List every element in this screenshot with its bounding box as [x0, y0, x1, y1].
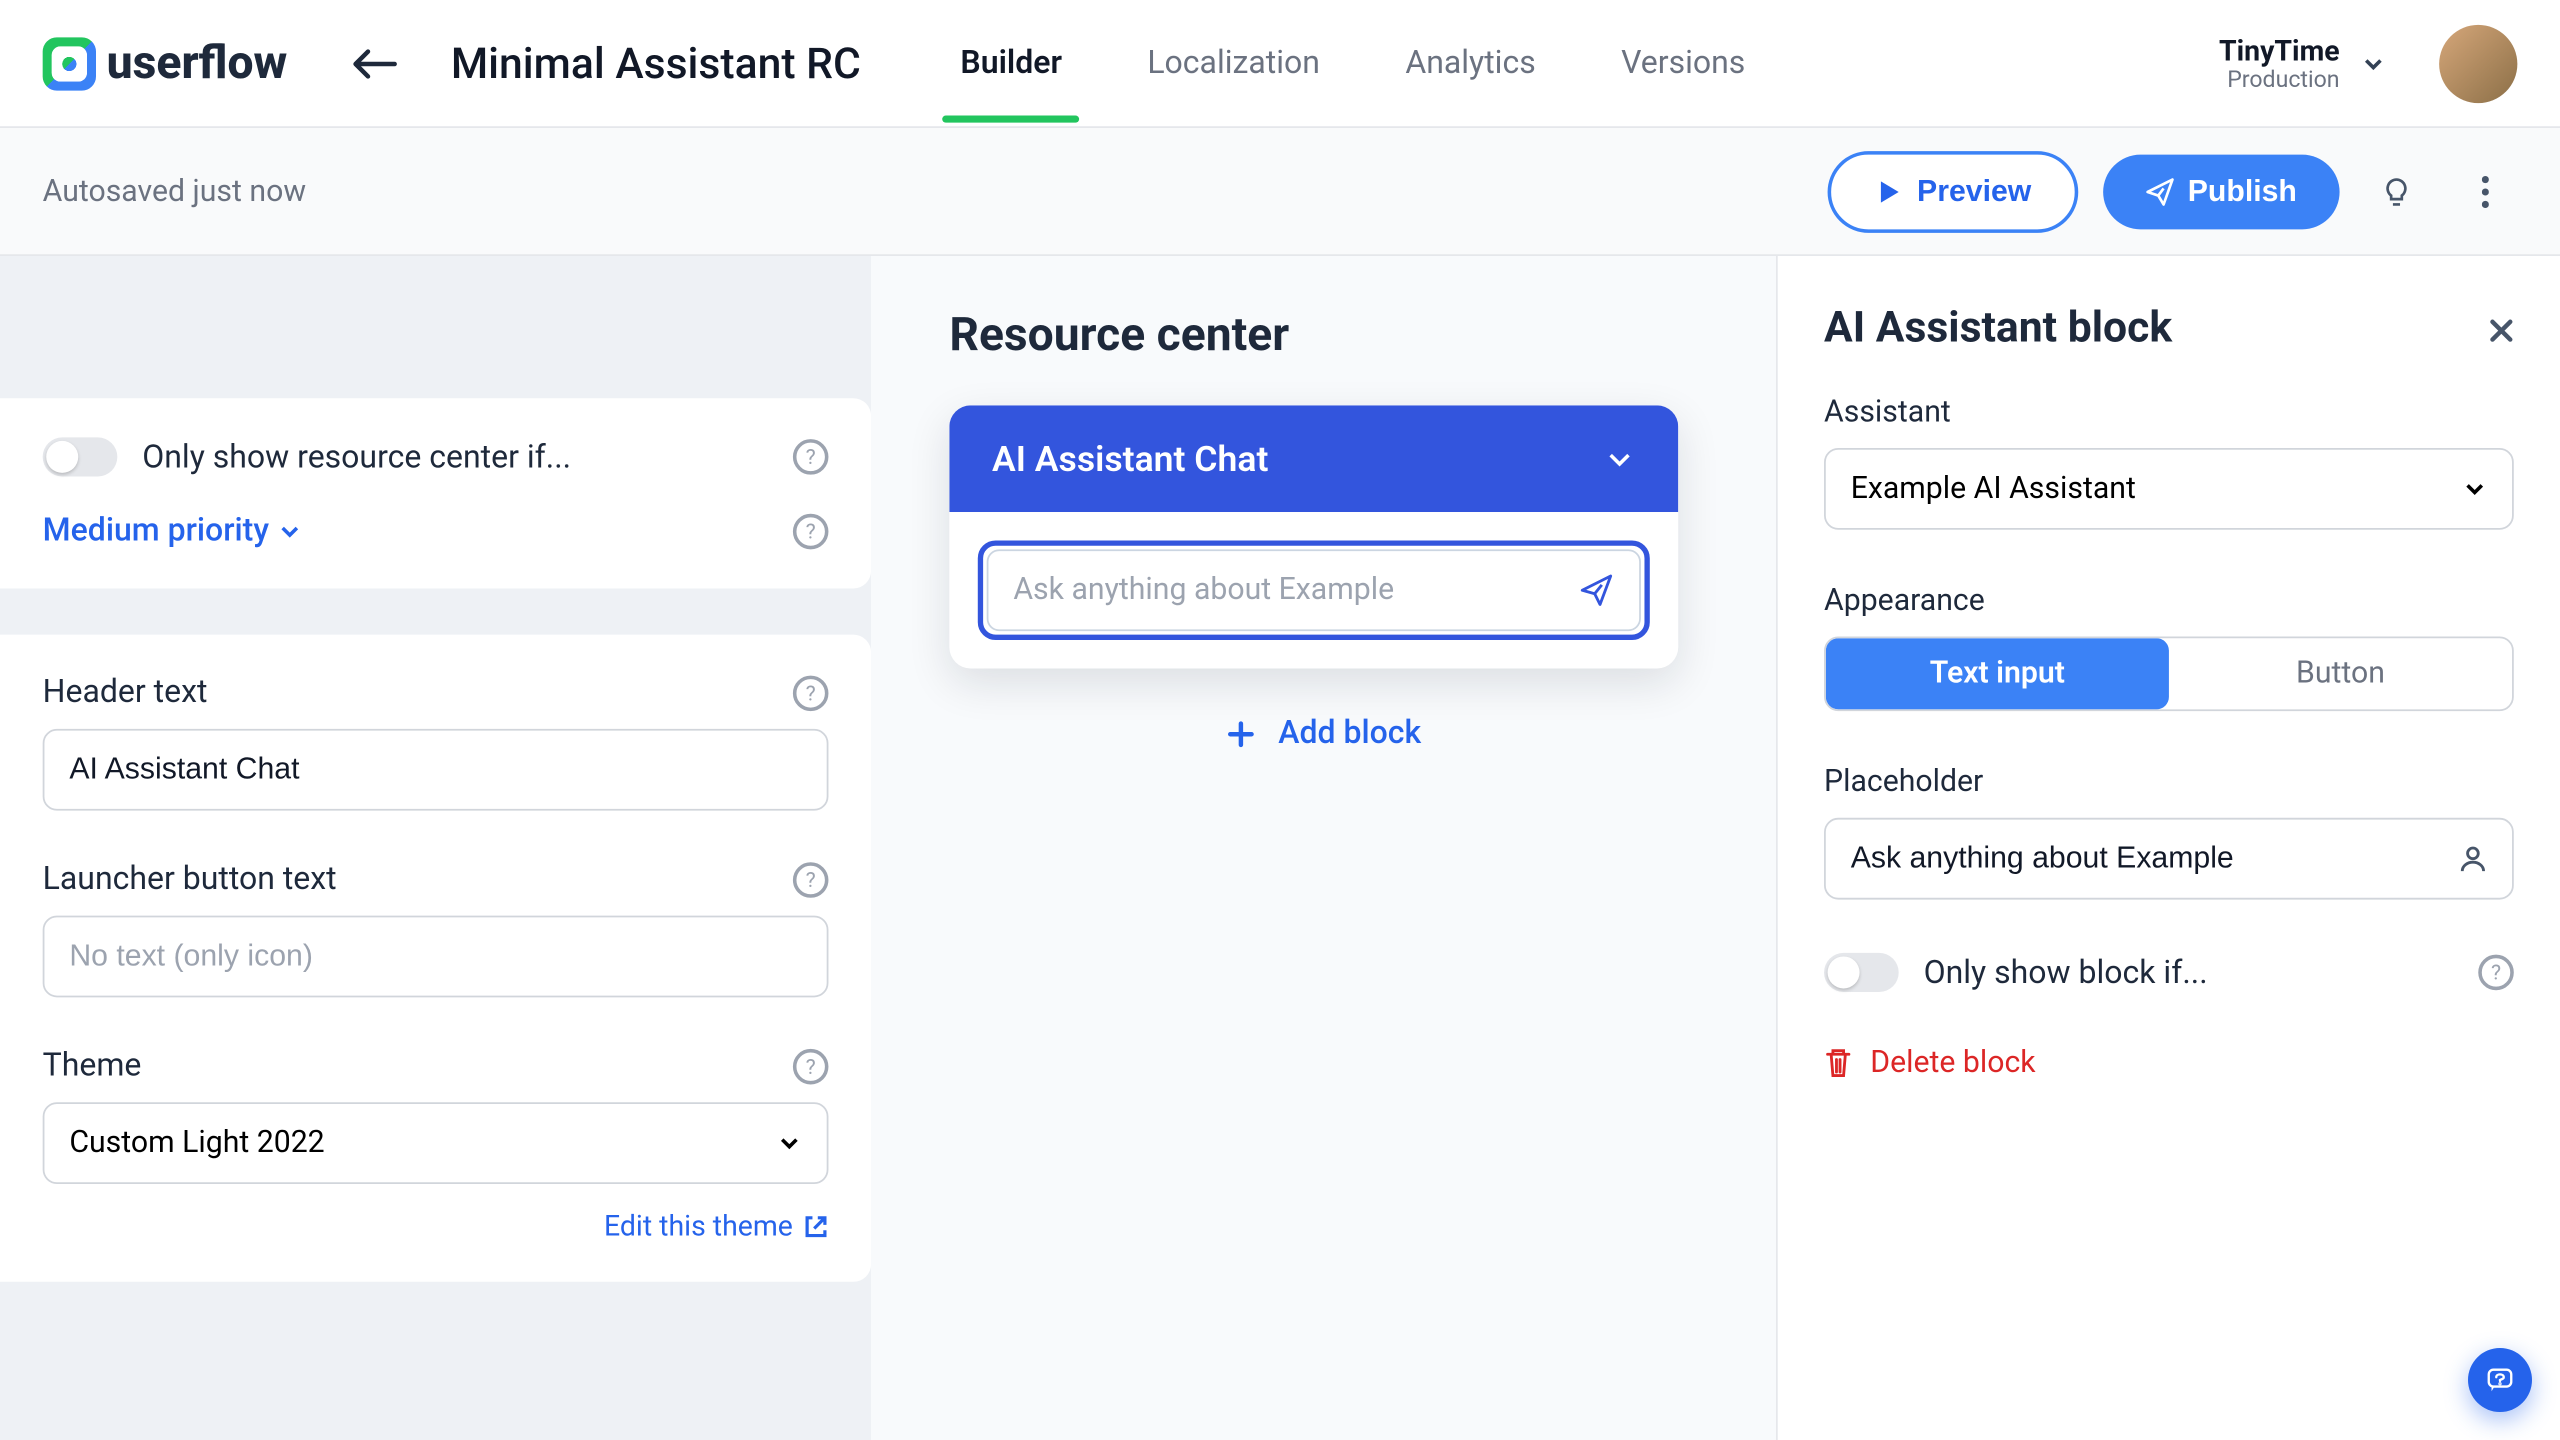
main-area: Only show resource center if... ? Medium… [0, 256, 2560, 1440]
tab-localization[interactable]: Localization [1147, 5, 1320, 121]
delete-block-label: Delete block [1870, 1045, 2035, 1081]
left-panel: Only show resource center if... ? Medium… [0, 256, 871, 1440]
add-block-button[interactable]: Add block [949, 715, 1697, 752]
panel-title: AI Assistant block [1824, 302, 2172, 352]
appearance-text-input[interactable]: Text input [1826, 638, 2169, 709]
block-header[interactable]: AI Assistant Chat [949, 405, 1678, 512]
arrow-left-icon [351, 48, 397, 80]
trash-icon [1824, 1047, 1852, 1079]
canvas-title: Resource center [949, 309, 1697, 362]
appearance-segmented: Text input Button [1824, 636, 2514, 711]
lightbulb-icon [2380, 175, 2412, 207]
main-tabs: Builder Localization Analytics Versions [960, 5, 1745, 121]
assistant-value: Example AI Assistant [1851, 471, 2136, 507]
workspace-switcher[interactable]: TinyTime Production [2219, 33, 2386, 93]
theme-value: Custom Light 2022 [69, 1125, 324, 1161]
help-icon[interactable]: ? [793, 861, 829, 897]
edit-theme-label: Edit this theme [604, 1209, 793, 1243]
kebab-icon [2482, 175, 2489, 207]
show-block-if-toggle[interactable] [1824, 953, 1899, 992]
theme-select[interactable]: Custom Light 2022 [43, 1102, 829, 1184]
workspace-env: Production [2219, 67, 2340, 94]
page-title: Minimal Assistant RC [451, 38, 861, 88]
more-menu-button[interactable] [2453, 159, 2517, 223]
assistant-label: Assistant [1824, 395, 2514, 431]
chat-placeholder: Ask anything about Example [1013, 572, 1578, 608]
external-link-icon [804, 1213, 829, 1238]
help-chat-icon [2485, 1365, 2515, 1395]
play-icon [1874, 177, 1902, 205]
show-if-label: Only show resource center if... [142, 438, 768, 475]
resource-center-block[interactable]: AI Assistant Chat Ask anything about Exa… [949, 405, 1678, 668]
user-avatar[interactable] [2439, 24, 2517, 102]
tab-versions[interactable]: Versions [1621, 5, 1745, 121]
plus-icon [1226, 720, 1254, 748]
launcher-text-label: Launcher button text [43, 860, 337, 897]
block-header-text: AI Assistant Chat [992, 437, 1268, 480]
header-text-label: Header text [43, 674, 208, 711]
help-icon[interactable]: ? [793, 513, 829, 549]
show-block-if-label: Only show block if... [1924, 954, 2454, 991]
properties-panel: AI Assistant block Assistant Example AI … [1778, 256, 2560, 1440]
header-text-input[interactable] [43, 729, 829, 811]
autosave-status: Autosaved just now [43, 173, 306, 209]
top-navbar: userflow Minimal Assistant RC Builder Lo… [0, 0, 2560, 128]
chevron-down-icon [280, 520, 301, 541]
placeholder-input[interactable] [1824, 818, 2514, 900]
chevron-down-icon [2462, 476, 2487, 501]
delete-block-button[interactable]: Delete block [1824, 1045, 2514, 1081]
help-icon[interactable]: ? [2478, 955, 2514, 991]
publish-label: Publish [2188, 173, 2297, 209]
preview-button[interactable]: Preview [1828, 150, 2077, 232]
tips-button[interactable] [2364, 159, 2428, 223]
chevron-down-icon [2361, 51, 2386, 76]
appearance-label: Appearance [1824, 583, 2514, 619]
person-icon[interactable] [2457, 843, 2489, 875]
close-icon [2489, 318, 2514, 343]
chat-input-selected[interactable]: Ask anything about Example [978, 540, 1650, 640]
publish-button[interactable]: Publish [2102, 154, 2339, 229]
tab-analytics[interactable]: Analytics [1405, 5, 1535, 121]
paper-plane-icon [2145, 177, 2173, 205]
logo-mark-icon [43, 36, 96, 89]
brand-name: userflow [107, 36, 288, 89]
help-icon[interactable]: ? [793, 439, 829, 475]
appearance-button[interactable]: Button [2169, 638, 2512, 709]
center-canvas: Resource center AI Assistant Chat Ask an… [871, 256, 1778, 1440]
back-button[interactable] [337, 34, 412, 93]
add-block-label: Add block [1278, 715, 1421, 752]
chevron-down-icon [777, 1131, 802, 1156]
action-bar: Autosaved just now Preview Publish [0, 128, 2560, 256]
theme-label: Theme [43, 1047, 142, 1084]
tab-builder[interactable]: Builder [960, 5, 1062, 121]
launcher-text-input[interactable] [43, 916, 829, 998]
priority-value: Medium priority [43, 512, 269, 549]
close-panel-button[interactable] [2489, 306, 2514, 349]
visibility-card: Only show resource center if... ? Medium… [0, 398, 871, 588]
assistant-select[interactable]: Example AI Assistant [1824, 448, 2514, 530]
show-if-toggle[interactable] [43, 437, 118, 476]
help-icon[interactable]: ? [793, 1048, 829, 1084]
help-fab[interactable] [2468, 1348, 2532, 1412]
paper-plane-icon [1579, 572, 1615, 608]
preview-label: Preview [1917, 173, 2031, 209]
workspace-name: TinyTime [2219, 33, 2340, 67]
edit-theme-link[interactable]: Edit this theme [604, 1209, 829, 1243]
placeholder-label: Placeholder [1824, 764, 2514, 800]
settings-card: Header text ? Launcher button text ? The… [0, 635, 871, 1282]
brand-logo[interactable]: userflow [43, 36, 288, 89]
chevron-down-icon [1604, 443, 1636, 475]
priority-dropdown[interactable]: Medium priority [43, 512, 301, 549]
help-icon[interactable]: ? [793, 675, 829, 711]
